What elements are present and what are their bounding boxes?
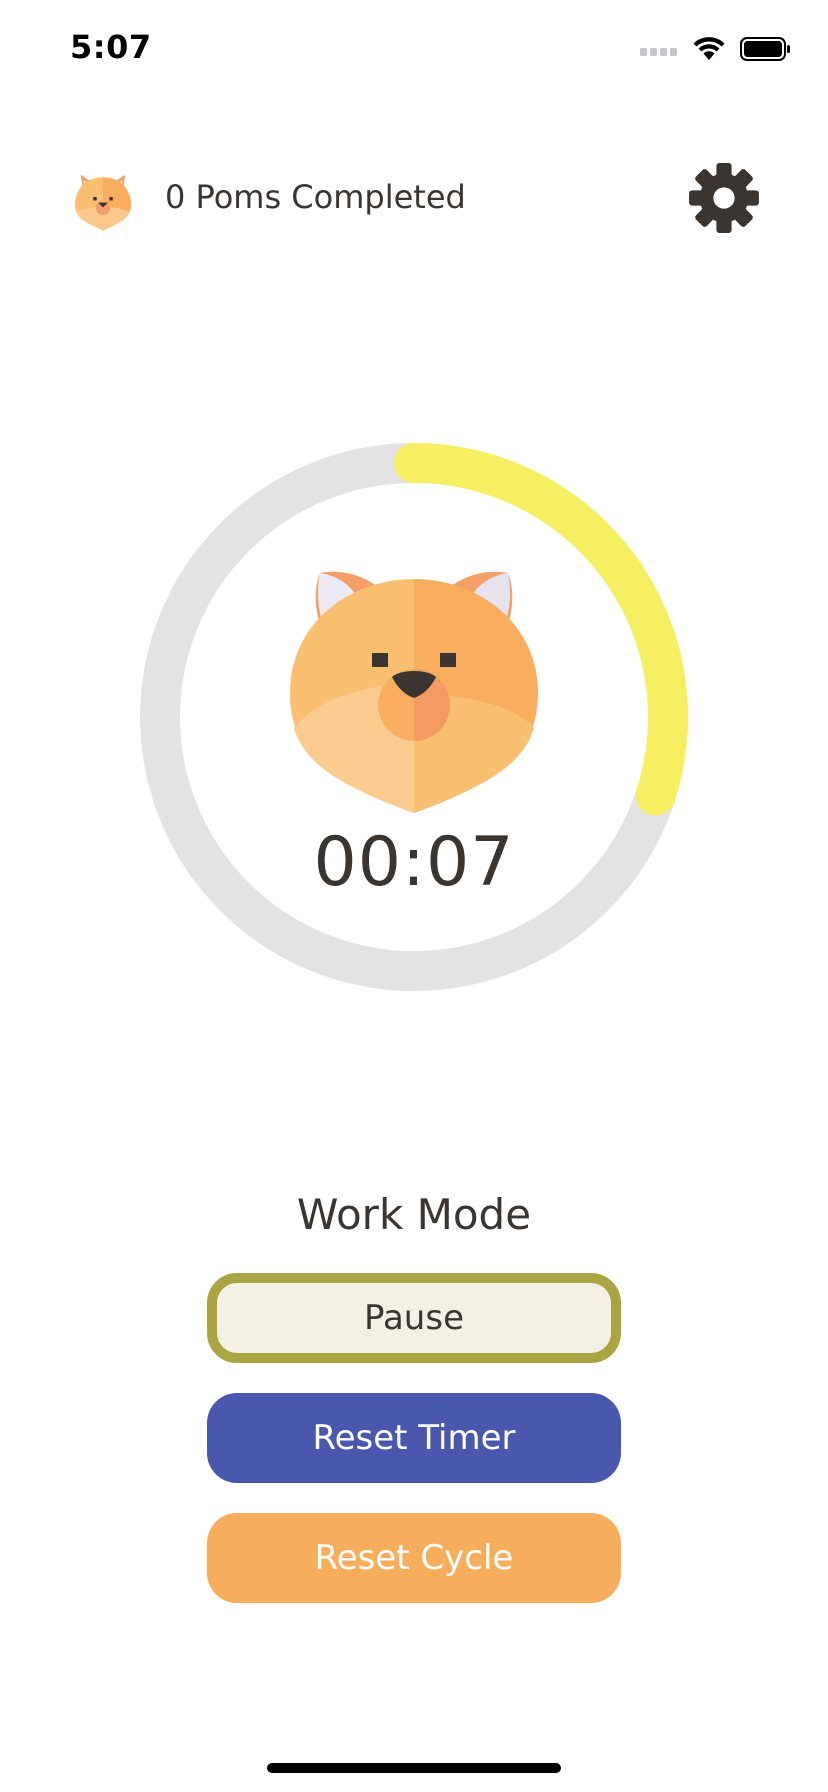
home-indicator[interactable] [267, 1763, 561, 1773]
timer-ring: 00:07 [140, 443, 688, 991]
battery-icon [740, 37, 792, 65]
poms-completed-label: 0 Poms Completed [165, 178, 466, 216]
mode-label: Work Mode [296, 1190, 532, 1239]
status-bar: 5:07 [0, 0, 828, 100]
shiba-face-icon [290, 553, 538, 813]
reset-cycle-button[interactable]: Reset Cycle [207, 1513, 621, 1603]
shiba-avatar-icon [68, 162, 138, 232]
timer-readout: 00:07 [313, 823, 515, 902]
status-time: 5:07 [70, 28, 152, 66]
signal-icon [640, 42, 678, 61]
gear-icon [689, 163, 759, 233]
header: 0 Poms Completed [0, 150, 828, 250]
settings-button[interactable] [686, 160, 762, 236]
reset-timer-button[interactable]: Reset Timer [207, 1393, 621, 1483]
status-icons [640, 36, 792, 66]
pause-button[interactable]: Pause [207, 1273, 621, 1363]
wifi-icon [692, 36, 726, 66]
